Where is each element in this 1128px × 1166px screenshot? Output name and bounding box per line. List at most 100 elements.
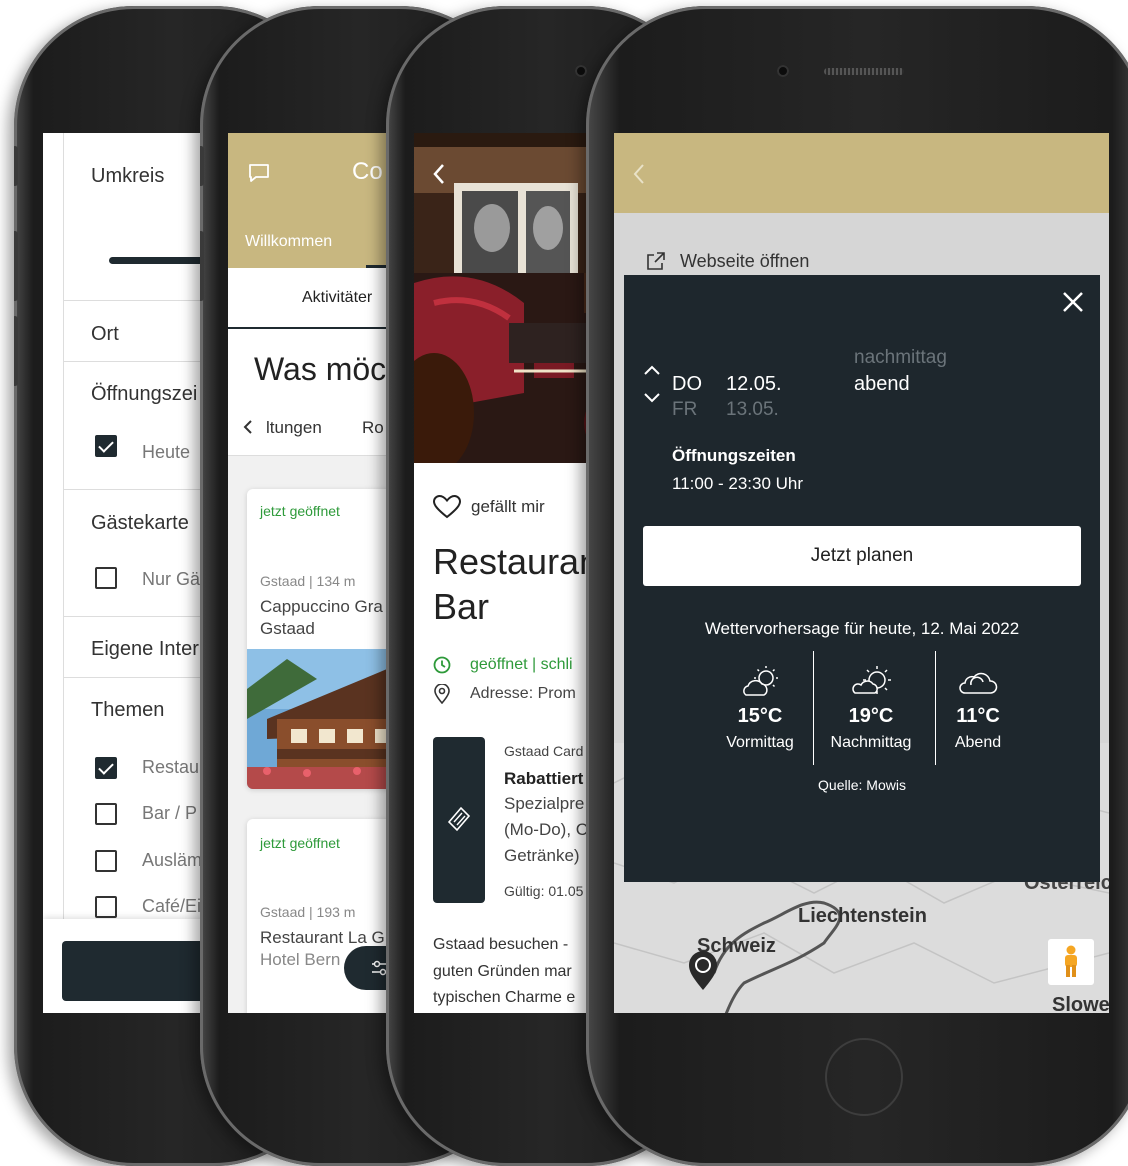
tab-willkommen[interactable]: Willkommen — [245, 233, 332, 251]
period-option[interactable]: nachmittag — [854, 347, 947, 369]
external-link-icon[interactable] — [646, 251, 666, 271]
map-label-slowenien: Slowe — [1052, 994, 1109, 1013]
description-line: typischen Charme e — [433, 989, 576, 1006]
back-arrow-icon[interactable] — [632, 163, 646, 185]
themen-checkbox[interactable] — [95, 896, 117, 918]
ort-label: Ort — [91, 323, 119, 345]
phone-frame-planner: Webseite öffnen Liechtenstein Schweiz Ös… — [586, 6, 1128, 1166]
themen-checkbox[interactable] — [95, 803, 117, 825]
open-status: geöffnet | schli — [470, 656, 573, 673]
day-name[interactable]: FR — [672, 399, 697, 421]
side-button — [14, 316, 18, 386]
side-button — [200, 231, 204, 301]
chevron-down-icon[interactable] — [642, 391, 662, 405]
app-header — [614, 133, 1109, 213]
weather-col: 19°C Nachmittag — [816, 651, 926, 765]
planning-dialog: DO 12.05. FR 13.05. nachmittag abend Öff… — [624, 275, 1100, 882]
weather-temp: 15°C — [737, 705, 783, 727]
card-valid: Gültig: 01.05 — [504, 883, 584, 899]
day-name[interactable]: DO — [672, 373, 702, 396]
status-badge: jetzt geöffnet — [260, 835, 340, 851]
umkreis-label: Umkreis — [91, 165, 165, 187]
card-meta: Gstaad | 134 m — [260, 573, 356, 589]
restaurant-title-line2: Bar — [433, 586, 490, 627]
card-title: Cappuccino Gra — [260, 597, 383, 616]
streetview-button[interactable] — [1048, 939, 1094, 985]
map-label-liechtenstein: Liechtenstein — [798, 905, 927, 927]
tag-icon — [447, 806, 471, 832]
themen-label: Themen — [91, 699, 165, 721]
front-camera — [777, 65, 789, 77]
eigene-interessen-label: Eigene Inter — [91, 638, 199, 660]
weather-col: 11°C Abend — [938, 651, 1018, 765]
hours-value: 11:00 - 23:30 Uhr — [672, 474, 804, 493]
pegman-icon — [1065, 945, 1077, 977]
description-line: Gstaad besuchen - — [433, 936, 569, 953]
chat-icon[interactable] — [248, 163, 270, 183]
planner-screen: Webseite öffnen Liechtenstein Schweiz Ös… — [614, 133, 1109, 1013]
back-arrow-icon[interactable] — [432, 163, 446, 185]
hours-title: Öffnungszeiten — [672, 446, 796, 465]
gaestekarte-label: Gästekarte — [91, 512, 189, 534]
card-meta: Gstaad | 193 m — [260, 904, 356, 920]
forecast-title: Wettervorhersage für heute, 12. Mai 2022 — [704, 619, 1020, 638]
card-heading: Rabattiert — [504, 769, 584, 788]
weather-source: Quelle: Mowis — [818, 777, 906, 793]
card-title: Gstaad Card — [504, 743, 584, 759]
restaurant-title: Restauran — [433, 541, 600, 582]
header-title: Co — [352, 158, 383, 185]
address-text: Adresse: Prom — [470, 685, 576, 702]
card-line: (Mo-Do), C — [504, 820, 589, 839]
chevron-left-icon[interactable] — [242, 419, 254, 435]
day-date[interactable]: 13.05. — [726, 399, 779, 421]
card-line: Spezialpre — [504, 794, 585, 813]
map-marker-icon[interactable] — [687, 950, 719, 992]
card-subtitle: Gstaad — [260, 619, 315, 638]
plan-button[interactable]: Jetzt planen — [643, 526, 1081, 586]
card-subtitle: Hotel Bern — [260, 950, 341, 969]
chevron-up-icon[interactable] — [642, 363, 662, 377]
like-label[interactable]: gefällt mir — [471, 497, 545, 517]
speaker-grille — [824, 68, 904, 75]
front-camera — [575, 65, 587, 77]
themen-item-label: Ausläm — [142, 850, 203, 870]
weather-temp: 11°C — [956, 705, 1000, 727]
period-option[interactable]: abend — [854, 373, 910, 396]
nur-gaestekarte-checkbox[interactable] — [95, 567, 117, 589]
category-chip[interactable]: Ro — [362, 418, 384, 438]
clock-icon — [433, 656, 451, 674]
heart-icon[interactable] — [433, 495, 461, 519]
cloud-icon — [959, 672, 998, 694]
partly-sunny-icon — [743, 666, 778, 696]
themen-item-label: Bar / P — [142, 803, 198, 823]
status-badge: jetzt geöffnet — [260, 503, 340, 519]
sunny-cloud-icon — [852, 666, 891, 694]
nur-gaestekarte-label: Nur Gä — [142, 569, 201, 589]
card-line: Getränke) — [504, 846, 580, 865]
themen-checkbox[interactable] — [95, 850, 117, 872]
themen-checkbox[interactable] — [95, 757, 117, 779]
tab-aktivitaeten[interactable]: Aktivitäter — [302, 289, 372, 307]
home-button[interactable] — [825, 1038, 903, 1116]
card-title: Restaurant La G — [260, 928, 385, 947]
weather-label: Nachmittag — [830, 734, 912, 751]
page-title: Was möc — [254, 351, 387, 387]
heute-label: Heute — [142, 442, 191, 462]
side-button — [14, 231, 18, 301]
description-line: guten Gründen mar — [433, 963, 572, 980]
themen-item-label: Café/Ei — [142, 896, 202, 916]
themen-item-label: Restau — [142, 757, 200, 777]
heute-checkbox[interactable] — [95, 435, 117, 457]
guest-card-tag — [433, 737, 485, 903]
day-date[interactable]: 12.05. — [726, 373, 782, 396]
weather-label: Vormittag — [726, 734, 794, 751]
weather-col: 15°C Vormittag — [710, 651, 810, 765]
side-button — [200, 146, 204, 186]
location-pin-icon — [434, 684, 450, 704]
website-link[interactable]: Webseite öffnen — [680, 251, 809, 272]
weather-label: Abend — [954, 734, 1002, 751]
weather-temp: 19°C — [848, 705, 894, 727]
side-button — [14, 146, 18, 186]
close-icon[interactable] — [1062, 291, 1084, 313]
category-chip[interactable]: ltungen — [266, 418, 322, 438]
